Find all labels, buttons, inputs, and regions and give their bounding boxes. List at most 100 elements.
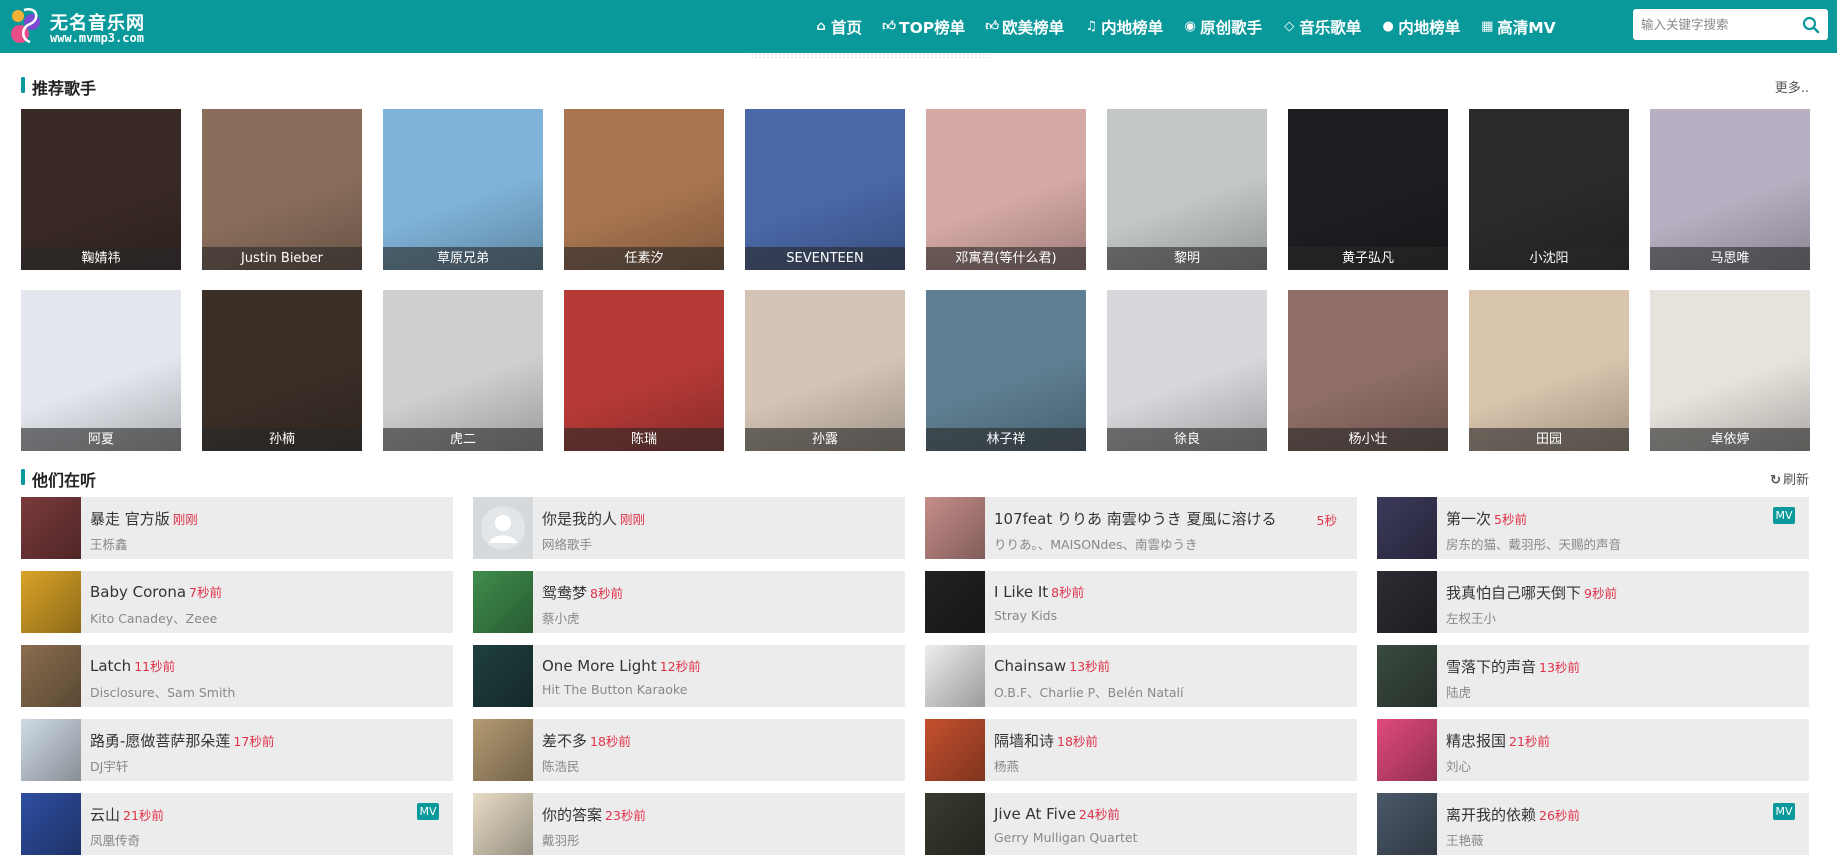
song-item[interactable]: 雪落下的声音 13秒前 陆虎 [1377, 645, 1809, 707]
song-item[interactable]: 第一次 5秒前 房东的猫、戴羽彤、天赐的声音 MV [1377, 497, 1809, 559]
site-logo[interactable]: 无名音乐网 www.mvmp3.com [8, 4, 168, 48]
singer-card[interactable]: 林子祥 [926, 290, 1086, 451]
song-item[interactable]: 云山 21秒前 凤凰传奇 MV [21, 793, 453, 855]
song-item[interactable]: One More Light 12秒前 Hit The Button Karaok… [473, 645, 905, 707]
song-title[interactable]: 精忠报国 [1446, 732, 1506, 750]
song-title[interactable]: One More Light [542, 657, 657, 675]
song-title[interactable]: 雪落下的声音 [1446, 658, 1536, 676]
singer-card[interactable]: 黄子弘凡 [1288, 109, 1448, 270]
song-title-line: 精忠报国 21秒前 [1446, 730, 1550, 751]
song-item[interactable]: 你的答案 23秒前 戴羽彤 [473, 793, 905, 855]
song-item[interactable]: 107feat りりあ 南雲ゆうき 夏風に溶ける 5秒 りりあ。、MAISONd… [925, 497, 1357, 559]
more-link[interactable]: 更多.. [1775, 77, 1809, 96]
song-artist[interactable]: 杨燕 [994, 756, 1019, 775]
singer-card[interactable]: 虎二 [383, 290, 543, 451]
refresh-button[interactable]: ↻ 刷新 [1770, 469, 1809, 488]
song-artist[interactable]: 左权王小 [1446, 608, 1496, 627]
song-title[interactable]: Baby Corona [90, 583, 186, 601]
singer-card[interactable]: 田园 [1469, 290, 1629, 451]
song-artist[interactable]: Kito Canadey、Zeee [90, 608, 217, 627]
singer-card[interactable]: 黎明 [1107, 109, 1267, 270]
song-artist[interactable]: 网络歌手 [542, 534, 592, 553]
nav-home[interactable]: ⌂ 首页 [814, 16, 862, 38]
search-icon[interactable] [1802, 16, 1820, 34]
singer-card[interactable]: 陈瑞 [564, 290, 724, 451]
song-title[interactable]: 差不多 [542, 732, 587, 750]
singer-card[interactable]: 徐良 [1107, 290, 1267, 451]
song-item[interactable]: 离开我的依赖 26秒前 王艳薇 MV [1377, 793, 1809, 855]
singer-card[interactable]: 草原兄弟 [383, 109, 543, 270]
singer-card[interactable]: 任素汐 [564, 109, 724, 270]
song-item[interactable]: I Like It 8秒前 Stray Kids [925, 571, 1357, 633]
singer-card[interactable]: 马思唯 [1650, 109, 1810, 270]
song-artist[interactable]: 陆虎 [1446, 682, 1471, 701]
singer-card[interactable]: SEVENTEEN [745, 109, 905, 270]
song-title[interactable]: 离开我的依赖 [1446, 806, 1536, 824]
song-artist[interactable]: Hit The Button Karaoke [542, 682, 687, 697]
song-artist[interactable]: 蔡小虎 [542, 608, 580, 627]
song-cover [21, 497, 81, 559]
song-title[interactable]: 路勇-愿做菩萨那朵莲 [90, 732, 230, 750]
song-title[interactable]: I Like It [994, 583, 1048, 601]
singer-card[interactable]: 孙露 [745, 290, 905, 451]
singer-card[interactable]: 卓依婷 [1650, 290, 1810, 451]
song-title[interactable]: Latch [90, 657, 131, 675]
song-time: 8秒前 [590, 586, 623, 601]
song-artist[interactable]: Stray Kids [994, 608, 1057, 623]
nav-mainland-chart-2[interactable]: ● 内地榜单 [1381, 16, 1461, 38]
mv-badge[interactable]: MV [1773, 803, 1795, 820]
song-item[interactable]: Baby Corona 7秒前 Kito Canadey、Zeee [21, 571, 453, 633]
singer-card[interactable]: 孙楠 [202, 290, 362, 451]
nav-western-chart[interactable]: 👍︎ 欧美榜单 [985, 16, 1064, 38]
singer-name: 林子祥 [926, 428, 1086, 451]
song-artist[interactable]: 戴羽彤 [542, 830, 580, 849]
song-title[interactable]: Chainsaw [994, 657, 1066, 675]
nav-playlist[interactable]: ◇ 音乐歌单 [1282, 16, 1361, 38]
song-artist[interactable]: Gerry Mulligan Quartet [994, 830, 1137, 845]
song-title[interactable]: 暴走 官方版 [90, 510, 170, 528]
song-artist[interactable]: O.B.F、Charlie P、Belén Natalí [994, 682, 1183, 701]
song-item[interactable]: 鸳鸯梦 8秒前 蔡小虎 [473, 571, 905, 633]
singer-card[interactable]: Justin Bieber [202, 109, 362, 270]
search-input[interactable] [1641, 9, 1791, 40]
song-artist[interactable]: 陈浩民 [542, 756, 580, 775]
mv-badge[interactable]: MV [417, 803, 439, 820]
song-item[interactable]: 路勇-愿做菩萨那朵莲 17秒前 DJ宇轩 [21, 719, 453, 781]
song-title[interactable]: 鸳鸯梦 [542, 584, 587, 602]
nav-mainland-chart[interactable]: ♫ 内地榜单 [1084, 16, 1163, 38]
mv-badge[interactable]: MV [1773, 507, 1795, 524]
song-title[interactable]: 隔墙和诗 [994, 732, 1054, 750]
song-title[interactable]: 你的答案 [542, 806, 602, 824]
song-artist[interactable]: 王艳薇 [1446, 830, 1484, 849]
song-artist[interactable]: 刘心 [1446, 756, 1471, 775]
nav-original-singer[interactable]: ◉ 原创歌手 [1183, 16, 1263, 38]
song-item[interactable]: 差不多 18秒前 陈浩民 [473, 719, 905, 781]
song-item[interactable]: 我真怕自己哪天倒下 9秒前 左权王小 [1377, 571, 1809, 633]
song-title[interactable]: 107feat りりあ 南雲ゆうき 夏風に溶ける [994, 510, 1277, 528]
singer-card[interactable]: 鞠婧祎 [21, 109, 181, 270]
song-title[interactable]: 我真怕自己哪天倒下 [1446, 584, 1581, 602]
singer-card[interactable]: 阿夏 [21, 290, 181, 451]
nav-top-chart[interactable]: 👍︎ TOP榜单 [882, 16, 965, 38]
singer-card[interactable]: 小沈阳 [1469, 109, 1629, 270]
song-item[interactable]: Chainsaw 13秒前 O.B.F、Charlie P、Belén Natal… [925, 645, 1357, 707]
song-item[interactable]: 暴走 官方版 刚刚 王栎鑫 [21, 497, 453, 559]
song-title[interactable]: 你是我的人 [542, 510, 617, 528]
song-item[interactable]: 你是我的人 刚刚 网络歌手 [473, 497, 905, 559]
song-artist[interactable]: 王栎鑫 [90, 534, 128, 553]
song-item[interactable]: Jive At Five 24秒前 Gerry Mulligan Quartet [925, 793, 1357, 855]
song-title[interactable]: Jive At Five [994, 805, 1076, 823]
nav-hd-mv[interactable]: ▦ 高清MV [1480, 16, 1556, 38]
song-artist[interactable]: 凤凰传奇 [90, 830, 140, 849]
song-artist[interactable]: 房东的猫、戴羽彤、天赐的声音 [1446, 534, 1621, 553]
song-item[interactable]: 隔墙和诗 18秒前 杨燕 [925, 719, 1357, 781]
song-title[interactable]: 第一次 [1446, 510, 1491, 528]
song-item[interactable]: 精忠报国 21秒前 刘心 [1377, 719, 1809, 781]
song-artist[interactable]: Disclosure、Sam Smith [90, 682, 235, 701]
song-item[interactable]: Latch 11秒前 Disclosure、Sam Smith [21, 645, 453, 707]
song-title[interactable]: 云山 [90, 806, 120, 824]
song-artist[interactable]: DJ宇轩 [90, 756, 128, 775]
singer-card[interactable]: 邓寓君(等什么君) [926, 109, 1086, 270]
singer-card[interactable]: 杨小壮 [1288, 290, 1448, 451]
song-artist[interactable]: りりあ。、MAISONdes、南雲ゆうき [994, 534, 1198, 553]
